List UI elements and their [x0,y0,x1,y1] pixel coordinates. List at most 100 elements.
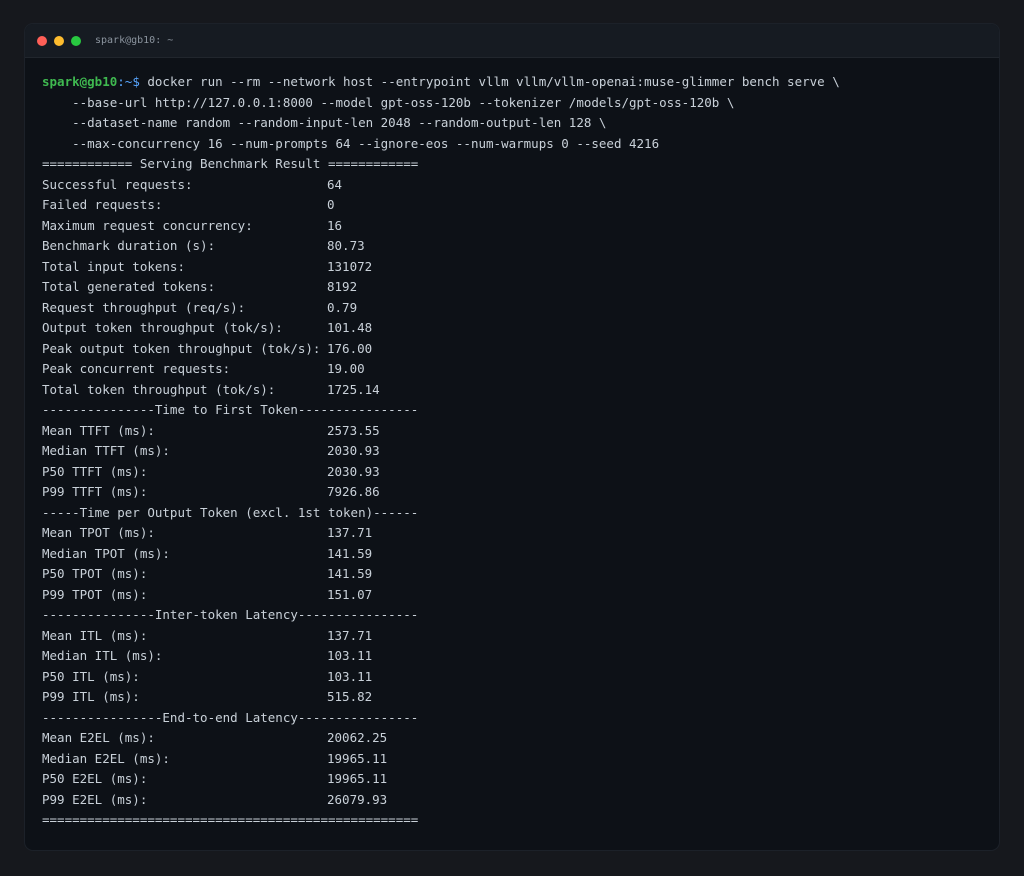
stat-row: Failed requests: 0 [42,195,989,216]
stat-label: P99 E2EL (ms): [42,791,148,807]
itl-stats: Mean ITL (ms): 137.71 Median ITL (ms): 103.… [42,626,989,708]
stat-label: Mean E2EL (ms): [42,730,155,745]
close-button[interactable] [37,36,47,46]
stat-row: Median E2EL (ms): 19965.11 [42,749,989,770]
stat-value: 64 [327,176,343,192]
stat-value: 101.48 [327,320,373,335]
stat-label: Peak output token throughput (tok/s): [42,340,321,356]
stat-value: 137.71 [327,525,373,540]
stat-value: 2573.55 [327,422,380,438]
summary-stats: Successful requests: 64 Failed requests: 0 M… [42,175,989,401]
result-footer: ========================================… [42,812,419,827]
stat-label: P50 TPOT (ms): [42,566,148,581]
stat-row: P50 TPOT (ms): 141.59 [42,564,989,585]
stat-value: 19965.11 [327,750,388,766]
stat-value: 131072 [327,258,373,274]
stat-label: Total token throughput (tok/s): [42,381,276,397]
stat-value: 0 [327,197,335,212]
stat-row: P99 E2EL (ms): 26079.93 [42,790,989,811]
stat-value: 137.71 [327,627,373,643]
stat-value: 151.07 [327,586,373,602]
stat-row: Total token throughput (tok/s): 1725.14 [42,380,989,401]
stat-row: Total input tokens: 131072 [42,257,989,278]
prompt-path: :~$ [117,74,148,89]
stat-row: Total generated tokens: 8192 [42,277,989,298]
ttft-stats: Mean TTFT (ms): 2573.55 Median TTFT (ms): 2… [42,421,989,503]
stat-label: P50 TTFT (ms): [42,463,148,479]
stat-value: 515.82 [327,689,373,704]
stat-row: Benchmark duration (s): 80.73 [42,236,989,257]
stat-row: Mean TTFT (ms): 2573.55 [42,421,989,442]
e2el-header: ----------------End-to-end Latency------… [42,709,419,725]
command-continuation: --max-concurrency 16 --num-prompts 64 --… [42,135,660,151]
title-bar: spark@gb10: ~ [25,24,999,58]
stat-row: Median TPOT (ms): 141.59 [42,544,989,565]
itl-header: ---------------Inter-token Latency------… [42,607,419,622]
stat-label: Peak concurrent requests: [42,361,231,376]
stat-value: 2030.93 [327,443,380,458]
stat-row: P50 TTFT (ms): 2030.93 [42,462,989,483]
stat-value: 26079.93 [327,791,388,807]
stat-value: 7926.86 [327,484,380,499]
stat-label: P50 ITL (ms): [42,668,140,684]
stat-row: Mean ITL (ms): 137.71 [42,626,989,647]
ttft-header: ---------------Time to First Token------… [42,402,419,417]
e2el-stats: Mean E2EL (ms): 20062.25 Median E2EL (ms):… [42,728,989,810]
stat-row: Successful requests: 64 [42,175,989,196]
minimize-button[interactable] [54,36,64,46]
stat-row: Mean TPOT (ms): 137.71 [42,523,989,544]
terminal-window: spark@gb10: ~ spark@gb10:~$ docker run -… [25,24,999,850]
stat-value: 80.73 [327,238,365,253]
stat-label: Maximum request concurrency: [42,217,253,233]
command-continuation: --dataset-name random --random-input-len… [42,115,607,130]
stat-value: 20062.25 [327,730,388,745]
prompt-user: spark@gb10 [42,74,118,89]
stat-label: Mean ITL (ms): [42,627,148,643]
command-line: spark@gb10:~$ docker run --rm --network … [42,72,989,93]
stat-value: 176.00 [327,340,373,356]
stat-row: Median TTFT (ms): 2030.93 [42,441,989,462]
stat-label: Failed requests: [42,197,163,212]
stat-value: 0.79 [327,299,358,315]
stat-label: Request throughput (req/s): [42,299,246,315]
stat-label: Benchmark duration (s): [42,238,216,253]
stat-label: Median TPOT (ms): [42,545,170,561]
stat-label: P99 TPOT (ms): [42,586,148,602]
stat-value: 141.59 [327,545,373,561]
terminal-output[interactable]: spark@gb10:~$ docker run --rm --network … [42,72,989,831]
stat-label: Median TTFT (ms): [42,443,170,458]
command-continuation: --base-url http://127.0.0.1:8000 --model… [42,94,735,110]
stat-label: Output token throughput (tok/s): [42,320,283,335]
stat-label: Total input tokens: [42,258,185,274]
stat-label: Median E2EL (ms): [42,750,170,766]
stat-row: P99 TPOT (ms): 151.07 [42,585,989,606]
stat-label: P50 E2EL (ms): [42,771,148,786]
stat-value: 2030.93 [327,463,380,479]
stat-value: 141.59 [327,566,373,581]
stat-row: Peak concurrent requests: 19.00 [42,359,989,380]
stat-value: 19.00 [327,361,365,376]
stat-label: Total generated tokens: [42,279,216,294]
stat-row: Maximum request concurrency: 16 [42,216,989,237]
stat-label: Mean TPOT (ms): [42,525,155,540]
stat-value: 19965.11 [327,771,388,786]
stat-row: Output token throughput (tok/s): 101.48 [42,318,989,339]
window-title: spark@gb10: ~ [95,35,174,46]
stat-value: 103.11 [327,648,373,663]
stat-row: P99 TTFT (ms): 7926.86 [42,482,989,503]
tpot-stats: Mean TPOT (ms): 137.71 Median TPOT (ms): 14… [42,523,989,605]
stat-row: P50 ITL (ms): 103.11 [42,667,989,688]
stat-value: 103.11 [327,668,373,684]
stat-row: Peak output token throughput (tok/s): 176… [42,339,989,360]
maximize-button[interactable] [71,36,81,46]
command-text: docker run --rm --network host --entrypo… [147,74,840,89]
stat-label: P99 TTFT (ms): [42,484,148,499]
result-header: ============ Serving Benchmark Result ==… [42,156,419,171]
stat-value: 1725.14 [327,381,380,397]
stat-value: 8192 [327,279,358,294]
stat-label: Median ITL (ms): [42,648,163,663]
stat-label: Mean TTFT (ms): [42,422,155,438]
stat-value: 16 [327,217,343,233]
stat-label: Successful requests: [42,176,193,192]
stat-row: P50 E2EL (ms): 19965.11 [42,769,989,790]
